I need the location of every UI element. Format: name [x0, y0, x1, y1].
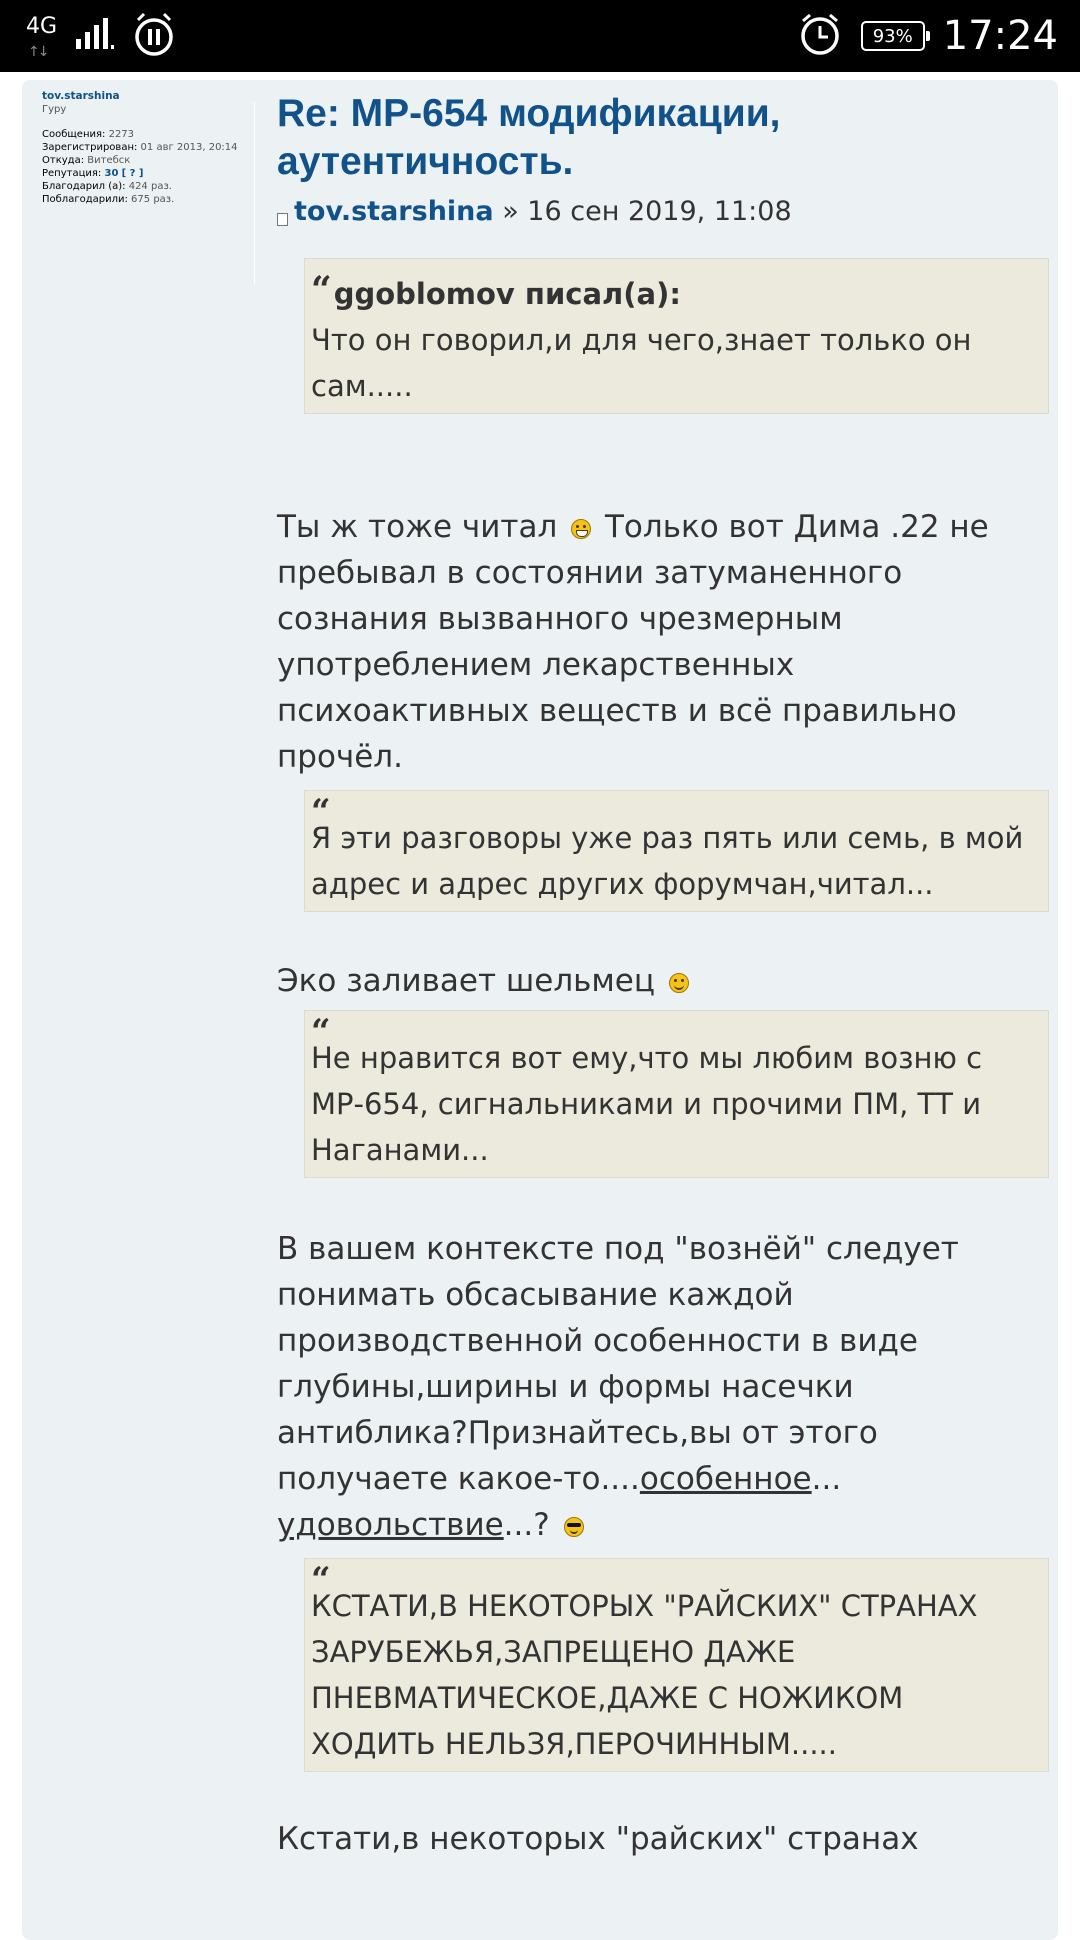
quote-text-1: Что он говорил,и для чего,знает только о… [311, 323, 972, 403]
status-right: 93% 17:24 [797, 10, 1058, 62]
para3-underlined-1: особенное [639, 1461, 812, 1497]
profile-was-thanked: Поблагодарили: 675 раз. [42, 193, 252, 206]
para3-part-b: ... [811, 1461, 842, 1497]
quote-block-3: “ Не нравится вот ему,что мы любим возню… [304, 1010, 1049, 1178]
quote-block-2: “ Я эти разговоры уже раз пять или семь,… [304, 790, 1049, 912]
reputation-help-link[interactable]: [ ? ] [122, 168, 144, 179]
forum-post: tov.starshina Гуру Сообщения: 2273 Зарег… [22, 80, 1058, 1940]
battery-icon: 93% [860, 21, 930, 51]
para3-underlined-2: удовольствие [277, 1507, 504, 1543]
network-activity-arrows: ↑↓ [28, 44, 50, 60]
post-date: » 16 сен 2019, 11:08 [493, 196, 792, 227]
profile-thanked-value: 424 раз. [128, 181, 172, 192]
para3-part-a: В вашем контексте под "вознёй" следует п… [277, 1231, 959, 1497]
forum-page: tov.starshina Гуру Сообщения: 2273 Зарег… [0, 72, 1080, 1940]
network-type-indicator: 4G ↑↓ [24, 10, 60, 62]
status-bar: 4G ↑↓ 93% 17:24 [0, 0, 1080, 72]
profile-posts-value[interactable]: 2273 [109, 129, 134, 140]
profile-location-label: Откуда: [42, 155, 85, 166]
profile-reputation: Репутация: 30 [ ? ] [42, 167, 252, 180]
post-content-2: Эко заливает шельмец [277, 958, 1049, 1004]
post-paragraph-1: Ты ж тоже читал Только вот Дима .22 не п… [277, 504, 1049, 780]
status-left: 4G ↑↓ [24, 10, 178, 62]
quote-text-3: Не нравится вот ему,что мы любим возню с… [311, 1041, 983, 1167]
post-icon[interactable] [277, 213, 288, 226]
quote-mark-icon: “ [311, 269, 332, 311]
para1-part-a: Ты ж тоже читал [277, 509, 558, 545]
quote-author: ggoblomov писал(а): [333, 277, 681, 311]
profile-rank: Гуру [42, 104, 67, 115]
profile-posts-label: Сообщения: [42, 129, 106, 140]
para1-part-b: Только вот Дима .22 не пребывал в состоя… [277, 509, 989, 775]
grin-smiley-icon [571, 519, 592, 539]
post-body: Re: МР-654 модификации, аутентичность. t… [277, 80, 1049, 1862]
quote-mark-icon: “ [311, 1012, 331, 1052]
post-content-3: В вашем контексте под "вознёй" следует п… [277, 1226, 1049, 1548]
quote-citation: “ggoblomov писал(а): [311, 267, 1036, 317]
post-profile: tov.starshina Гуру Сообщения: 2273 Зарег… [42, 90, 252, 206]
post-author-line: tov.starshina » 16 сен 2019, 11:08 [277, 194, 1049, 230]
post-paragraph-4: Кстати,в некоторых "райских" странах [277, 1821, 919, 1857]
profile-registered-label: Зарегистрирован: [42, 142, 138, 153]
profile-registered-value: 01 авг 2013, 20:14 [140, 142, 238, 153]
profile-location: Откуда: Витебск [42, 154, 252, 167]
clock: 17:24 [942, 13, 1058, 59]
profile-registered: Зарегистрирован: 01 авг 2013, 20:14 [42, 141, 252, 154]
post-content: Ты ж тоже читал Только вот Дима .22 не п… [277, 504, 1049, 780]
battery-level: 93% [872, 25, 913, 47]
profile-username[interactable]: tov.starshina [42, 90, 252, 103]
cool-smiley-icon [563, 1517, 584, 1537]
profile-was-thanked-label: Поблагодарили: [42, 194, 128, 205]
quote-mark-icon: “ [311, 1560, 331, 1600]
profile-divider [254, 102, 255, 284]
para2-text: Эко заливает шельмец [277, 963, 655, 999]
quote-text-4: КСТАТИ,В НЕКОТОРЫХ "РАЙСКИХ" СТРАНАХ ЗАР… [311, 1589, 978, 1761]
pause-circle-icon [130, 10, 178, 63]
profile-location-value: Витебск [87, 155, 131, 166]
post-author-link[interactable]: tov.starshina [294, 196, 494, 227]
post-paragraph-3: В вашем контексте под "вознёй" следует п… [277, 1226, 1049, 1548]
quote-block-4: “ КСТАТИ,В НЕКОТОРЫХ "РАЙСКИХ" СТРАНАХ З… [304, 1558, 1049, 1772]
profile-reputation-value[interactable]: 30 [104, 168, 118, 179]
profile-posts: Сообщения: 2273 [42, 128, 252, 141]
para3-part-c: ...? [503, 1507, 550, 1543]
quote-block-1: “ggoblomov писал(а): Что он говорил,и дл… [304, 258, 1049, 414]
quote-mark-icon: “ [311, 792, 331, 832]
quote-text-2: Я эти разговоры уже раз пять или семь, в… [311, 821, 1024, 901]
network-type-label: 4G [26, 14, 58, 39]
post-paragraph-2: Эко заливает шельмец [277, 958, 1049, 1004]
alarm-icon [797, 11, 843, 62]
post-title[interactable]: Re: МР-654 модификации, аутентичность. [277, 90, 1049, 186]
profile-thanked-label: Благодарил (а): [42, 181, 126, 192]
profile-thanked: Благодарил (а): 424 раз. [42, 180, 252, 193]
wink-smiley-icon [668, 973, 689, 993]
profile-was-thanked-value: 675 раз. [131, 194, 175, 205]
post-content-4: Кстати,в некоторых "райских" странах [277, 1816, 1049, 1862]
signal-icon [74, 17, 116, 56]
profile-reputation-label: Репутация: [42, 168, 102, 179]
